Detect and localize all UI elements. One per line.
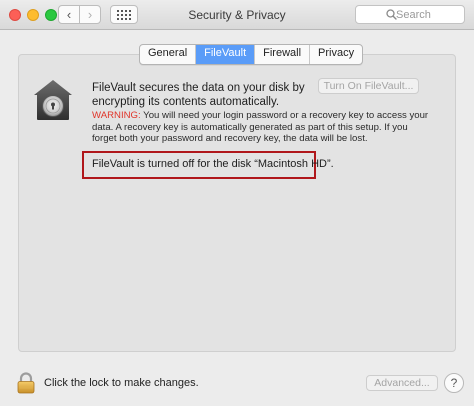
filevault-description: FileVault secures the data on your disk … [92, 82, 305, 108]
search-input[interactable] [396, 8, 474, 21]
tab-firewall[interactable]: Firewall [255, 45, 311, 64]
advanced-button[interactable]: Advanced... [366, 375, 438, 391]
tab-bar: General FileVault Firewall Privacy [139, 44, 364, 65]
filevault-status-text: FileVault is turned off for the disk “Ma… [92, 158, 334, 170]
filevault-icon [34, 80, 72, 120]
help-button[interactable]: ? [444, 373, 464, 393]
warning-label: WARNING: [92, 110, 141, 121]
padlock-icon[interactable] [16, 372, 36, 394]
turn-on-filevault-button[interactable]: Turn On FileVault... [318, 78, 419, 94]
warning-message: WARNING: You will need your login passwo… [92, 110, 430, 145]
tab-general[interactable]: General [140, 45, 197, 64]
title-bar: ‹ › Security & Privacy [0, 0, 474, 30]
tab-filevault[interactable]: FileVault [196, 45, 256, 64]
warning-text: You will need your login password or a r… [92, 110, 429, 144]
search-icon [386, 9, 397, 20]
tab-privacy[interactable]: Privacy [310, 45, 362, 64]
search-field[interactable] [355, 5, 474, 24]
lock-instruction-text: Click the lock to make changes. [44, 377, 199, 389]
